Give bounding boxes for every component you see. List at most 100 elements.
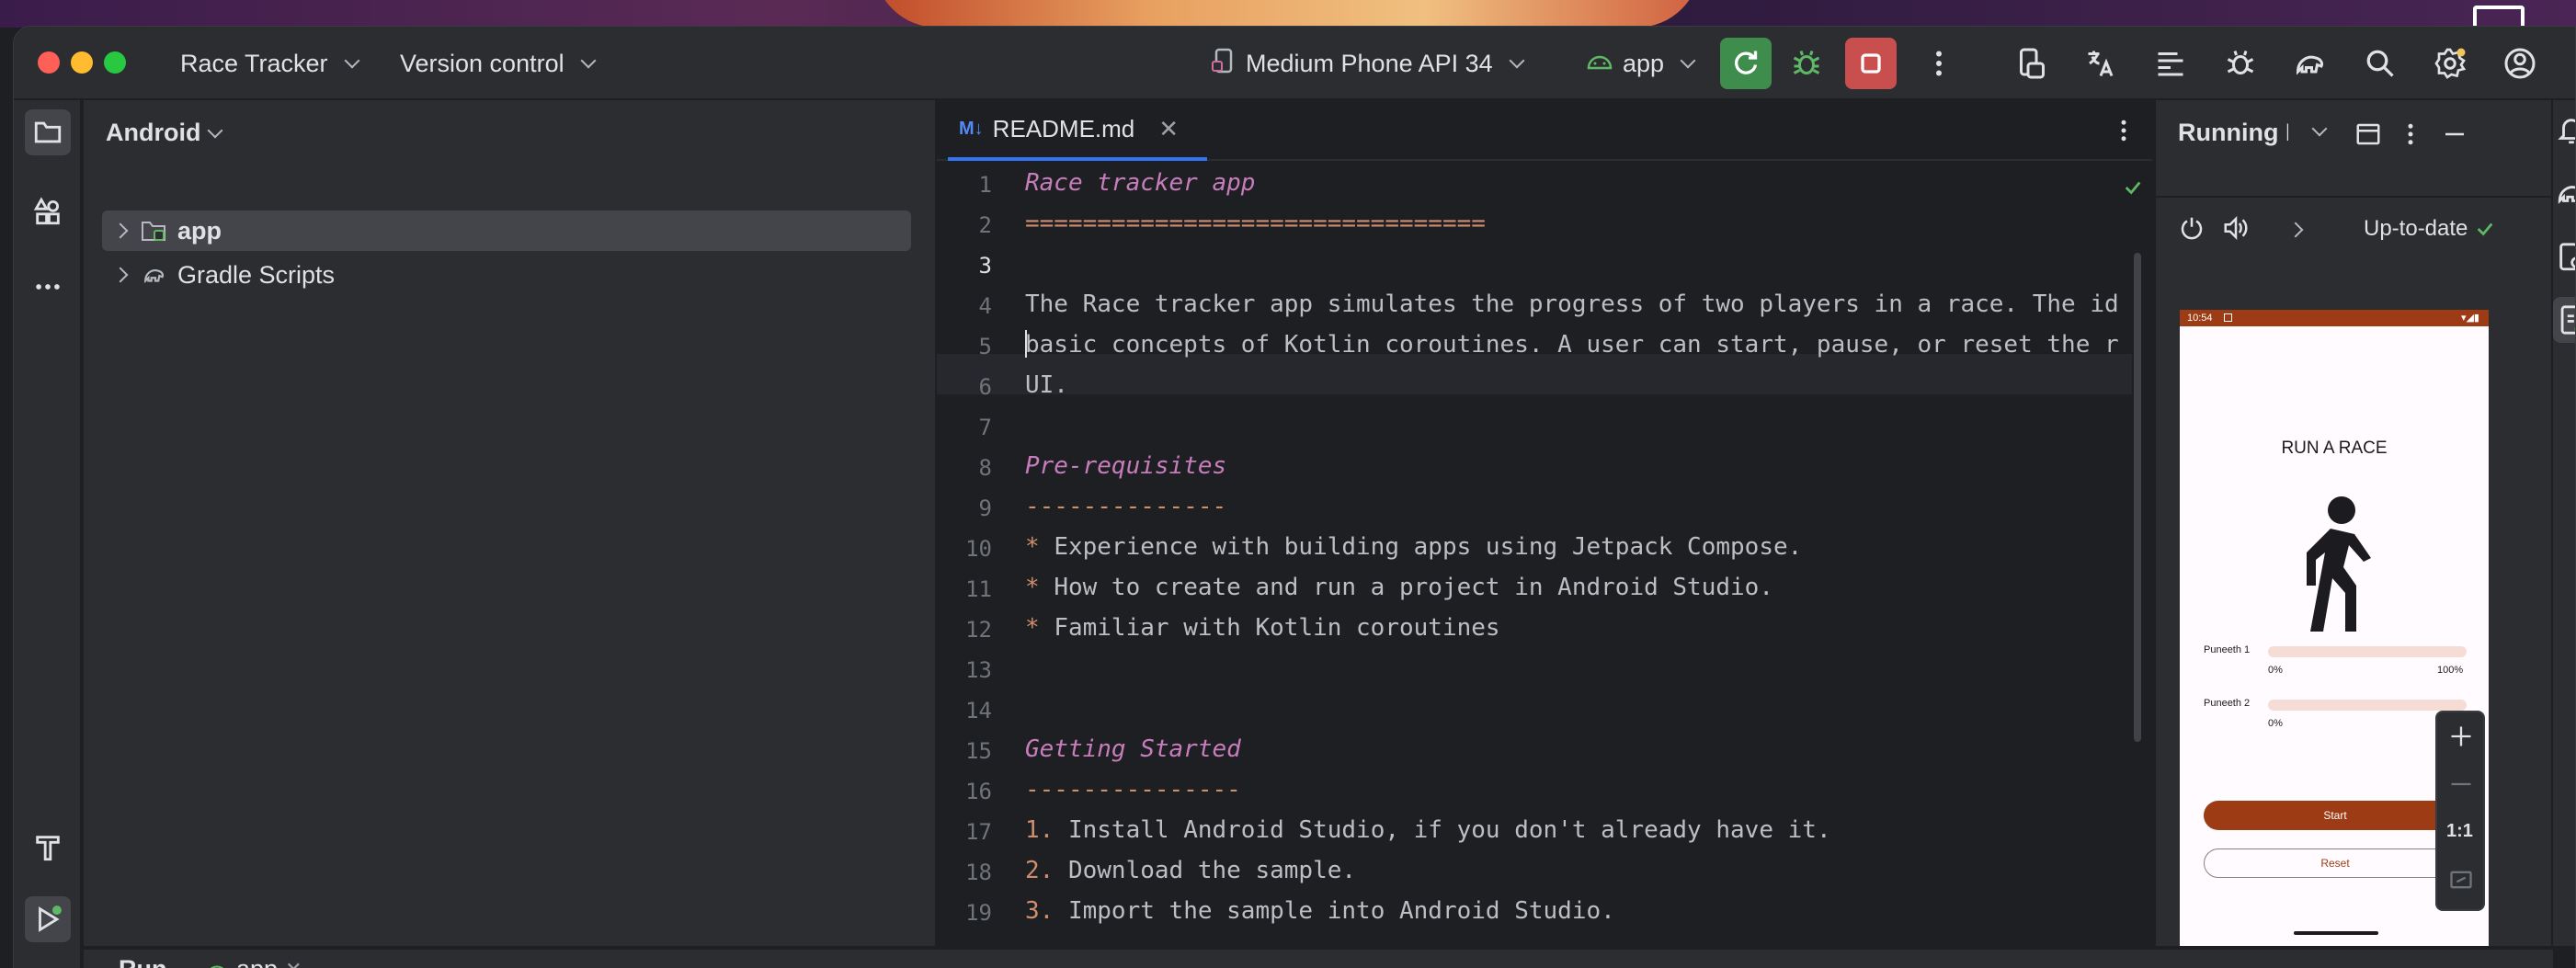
right-tool-strip bbox=[2553, 100, 2575, 946]
app-inspection-button[interactable] bbox=[2218, 41, 2263, 85]
resource-manager-button[interactable] bbox=[25, 188, 71, 234]
bell-icon bbox=[2558, 119, 2575, 144]
close-window-button[interactable] bbox=[38, 51, 60, 74]
panel-more-button[interactable] bbox=[2397, 120, 2424, 153]
panel-minimize-button[interactable] bbox=[2441, 120, 2468, 153]
editor-tab-bar: M↓ README.md ✕ bbox=[937, 100, 2152, 161]
more-vertical-icon bbox=[2121, 120, 2126, 142]
more-actions-button[interactable] bbox=[1917, 41, 1961, 85]
code-line: 3. Import the sample into Android Studio… bbox=[1025, 891, 1615, 931]
project-view-selector[interactable]: Android bbox=[106, 119, 223, 147]
zoom-out-button[interactable] bbox=[2448, 771, 2474, 802]
notification-icon bbox=[2224, 313, 2232, 322]
more-tools-button[interactable] bbox=[25, 264, 71, 310]
player1-label: Puneeth 1 bbox=[2204, 644, 2251, 655]
code-line: * Familiar with Kotlin coroutines bbox=[1025, 608, 1500, 648]
ide-window: Race Tracker Version control Medium Phon… bbox=[13, 26, 2576, 968]
code-text-area[interactable]: Race tracker app ========================… bbox=[1025, 163, 2145, 946]
code-line: 1. Install Android Studio, if you don't … bbox=[1025, 810, 1831, 850]
search-icon bbox=[2366, 50, 2394, 77]
line-number: 19 bbox=[965, 900, 992, 926]
search-everywhere-button[interactable] bbox=[2358, 41, 2402, 85]
settings-button[interactable] bbox=[2428, 41, 2472, 85]
vcs-selector[interactable]: Version control bbox=[400, 45, 597, 82]
notifications-button[interactable] bbox=[2553, 108, 2575, 154]
code-line: -------------- bbox=[1025, 493, 1227, 520]
line-number: 16 bbox=[965, 779, 992, 804]
phone-time: 10:54 bbox=[2187, 313, 2213, 324]
chevron-down-icon bbox=[2311, 120, 2328, 137]
run-icon bbox=[39, 905, 62, 932]
run-config-tab[interactable]: app ✕ bbox=[205, 955, 302, 968]
run-tool-button[interactable] bbox=[25, 896, 71, 942]
check-icon bbox=[2478, 222, 2493, 236]
rerun-button[interactable] bbox=[1720, 38, 1772, 89]
editor-tabs-menu-button[interactable] bbox=[2110, 117, 2137, 144]
start-button[interactable]: Start bbox=[2204, 801, 2467, 830]
project-selector[interactable]: Race Tracker bbox=[180, 45, 360, 82]
project-tool-button[interactable] bbox=[25, 109, 71, 155]
device-explorer-button[interactable] bbox=[2553, 234, 2575, 280]
list-marker: 1. bbox=[1025, 816, 1068, 844]
close-tab-icon[interactable]: ✕ bbox=[285, 958, 302, 968]
code-line: Race tracker app bbox=[1025, 169, 1256, 197]
chevron-down-icon bbox=[580, 52, 597, 69]
zoom-fit-button[interactable] bbox=[2448, 867, 2474, 897]
device-selector[interactable]: Medium Phone API 34 bbox=[1211, 45, 1525, 82]
panel-layout-button[interactable] bbox=[2354, 120, 2382, 153]
volume-button[interactable] bbox=[2222, 214, 2250, 246]
tree-item-gradle-scripts[interactable]: Gradle Scripts bbox=[102, 255, 911, 295]
gesture-nav-bar[interactable] bbox=[2294, 931, 2378, 935]
list-marker: * bbox=[1025, 533, 1054, 561]
debug-button[interactable] bbox=[1784, 41, 1829, 85]
run-tab-label[interactable]: Run bbox=[119, 955, 166, 968]
player2-progress-start: 0% bbox=[2268, 718, 2283, 729]
minimize-window-button[interactable] bbox=[71, 51, 93, 74]
android-icon bbox=[1586, 50, 1613, 78]
editor-area: M↓ README.md ✕ 1 2 3 4 5 6 7 8 9 10 11 12 13 14 15 16 17… bbox=[937, 100, 2152, 946]
line-number: 12 bbox=[965, 617, 992, 643]
hammer-icon bbox=[36, 836, 60, 861]
list-text: How to create and run a project in Andro… bbox=[1054, 574, 1773, 601]
expand-arrow-icon[interactable] bbox=[112, 267, 129, 283]
markdown-file-icon: M↓ bbox=[959, 118, 984, 139]
gradle-sync-button[interactable] bbox=[2288, 41, 2332, 85]
tree-item-label: app bbox=[177, 216, 222, 245]
stop-button[interactable] bbox=[1845, 38, 1897, 89]
account-button[interactable] bbox=[2498, 41, 2542, 85]
panel-options-chevron[interactable] bbox=[2305, 120, 2328, 139]
text-caret bbox=[1025, 330, 1027, 358]
power-button[interactable] bbox=[2178, 214, 2206, 246]
run-config-selector[interactable]: app bbox=[1586, 45, 1696, 82]
shapes-icon bbox=[33, 197, 60, 225]
chevron-down-icon bbox=[344, 52, 360, 69]
walking-person-icon bbox=[2288, 494, 2380, 645]
translate-icon bbox=[2088, 51, 2114, 77]
gradle-tool-button[interactable] bbox=[2553, 170, 2575, 216]
list-icon bbox=[2158, 52, 2183, 76]
code-line: Pre-requisites bbox=[1025, 452, 1227, 480]
expand-toolbar-button[interactable] bbox=[2287, 222, 2304, 240]
translations-button[interactable] bbox=[2079, 41, 2123, 85]
bug-settings-icon bbox=[2227, 51, 2254, 74]
device-explorer-icon bbox=[2559, 243, 2575, 271]
line-number: 1 bbox=[978, 172, 992, 198]
maximize-window-button[interactable] bbox=[104, 51, 126, 74]
running-devices-tool-button[interactable] bbox=[2553, 297, 2575, 343]
tree-item-app[interactable]: app bbox=[102, 211, 911, 251]
bottom-tool-window-bar: Run app ✕ bbox=[84, 948, 2553, 968]
editor-scrollbar[interactable] bbox=[2134, 253, 2141, 742]
tab-readme[interactable]: M↓ README.md ✕ bbox=[948, 100, 1207, 161]
close-tab-icon[interactable]: ✕ bbox=[1158, 115, 1179, 143]
vcs-label: Version control bbox=[400, 49, 564, 77]
expand-arrow-icon[interactable] bbox=[112, 222, 129, 239]
zoom-in-button[interactable] bbox=[2448, 723, 2474, 754]
build-tool-button[interactable] bbox=[25, 825, 71, 871]
zoom-actual-size-button[interactable]: 1:1 bbox=[2446, 821, 2473, 842]
code-line: --------------- bbox=[1025, 776, 1241, 803]
gradle-elephant-icon bbox=[2296, 55, 2324, 75]
list-text: Install Android Studio, if you don't alr… bbox=[1067, 816, 1831, 844]
reset-button[interactable]: Reset bbox=[2204, 848, 2467, 878]
device-manager-button[interactable] bbox=[2009, 41, 2053, 85]
layout-inspector-button[interactable] bbox=[2149, 41, 2193, 85]
